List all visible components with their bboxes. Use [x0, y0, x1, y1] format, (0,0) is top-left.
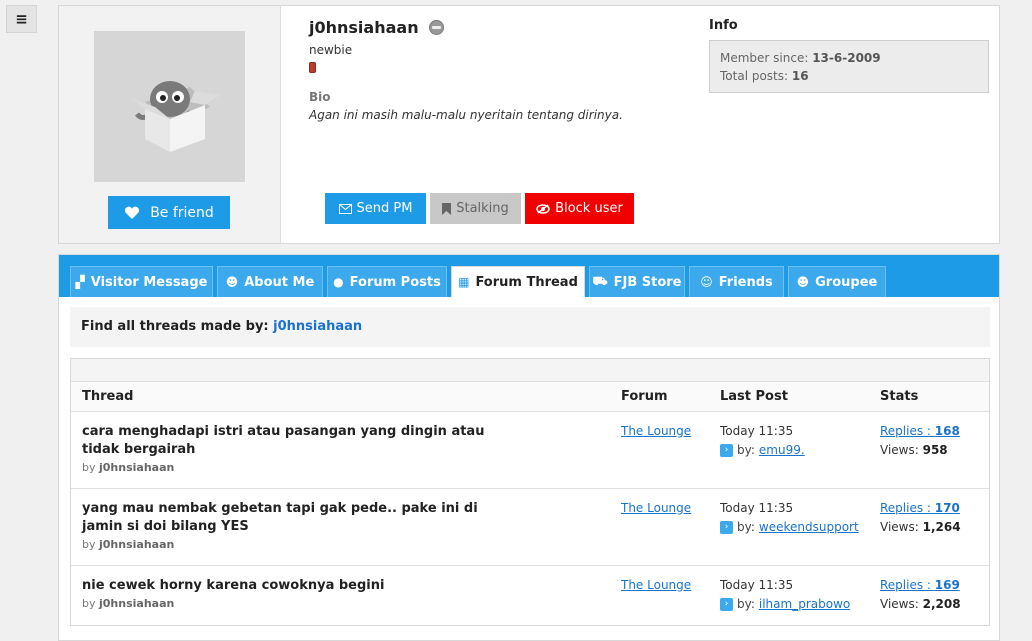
- reputation-icon: [309, 62, 316, 73]
- be-friend-button[interactable]: Be friend: [108, 196, 230, 229]
- cart-icon: ⛟: [592, 274, 608, 288]
- bookmark-icon: [442, 202, 452, 215]
- eye-slash-icon: [536, 203, 550, 214]
- tab-bar: ▞ Visitor Message ☻ About Me ● Forum Pos…: [59, 255, 999, 297]
- tab-forum-thread[interactable]: ▦ Forum Thread: [451, 266, 585, 297]
- friends-icon: ☺: [700, 275, 713, 289]
- thread-title-link[interactable]: nie cewek horny karena cowoknya begini: [82, 577, 522, 595]
- table-header: Thread Forum Last Post Stats: [71, 382, 989, 412]
- go-to-post-icon[interactable]: ›: [720, 520, 733, 534]
- member-since: Member since: 13-6-2009: [720, 51, 881, 65]
- go-to-post-icon[interactable]: ›: [720, 597, 733, 611]
- last-post-user-link[interactable]: emu99.: [759, 443, 805, 457]
- profile-card: Be friend j0hnsiahaan newbie Bio Agan in…: [58, 5, 1000, 244]
- total-posts: Total posts: 16: [720, 69, 809, 83]
- table-row: yang mau nembak gebetan tapi gak pede.. …: [71, 489, 989, 566]
- profile-tabs-panel: ▞ Visitor Message ☻ About Me ● Forum Pos…: [58, 254, 1000, 641]
- replies-link[interactable]: Replies : 170: [880, 501, 961, 515]
- header-stats: Stats: [880, 389, 919, 404]
- table-row: nie cewek horny karena cowoknya begini b…: [71, 566, 989, 625]
- forum-link[interactable]: The Lounge: [621, 578, 691, 592]
- block-user-label: Block user: [555, 201, 623, 216]
- go-to-post-icon[interactable]: ›: [720, 443, 733, 457]
- find-user-link[interactable]: j0hnsiahaan: [273, 319, 362, 334]
- forum-link[interactable]: The Lounge: [621, 501, 691, 515]
- stalking-label: Stalking: [456, 201, 509, 216]
- menu-icon: ≡: [15, 10, 28, 28]
- thread-author: by j0hnsiahaan: [82, 597, 175, 610]
- table-row: cara menghadapi istri atau pasangan yang…: [71, 412, 989, 489]
- calendar-icon: ▦: [458, 275, 470, 289]
- info-title: Info: [709, 18, 738, 33]
- username: j0hnsiahaan: [309, 18, 419, 37]
- views-count: Views: 958: [880, 443, 948, 457]
- header-forum: Forum: [621, 389, 668, 404]
- be-friend-label: Be friend: [150, 204, 214, 221]
- header-thread: Thread: [82, 389, 134, 404]
- envelope-icon: [338, 203, 352, 214]
- tab-friends[interactable]: ☺ Friends: [689, 266, 784, 297]
- bio-label: Bio: [309, 90, 331, 104]
- thread-author: by j0hnsiahaan: [82, 538, 175, 551]
- user-rank: newbie: [309, 43, 353, 57]
- find-label: Find all threads made by:: [81, 319, 274, 334]
- replies-link[interactable]: Replies : 168: [880, 424, 960, 438]
- thread-title-link[interactable]: cara menghadapi istri atau pasangan yang…: [82, 423, 522, 459]
- send-pm-label: Send PM: [356, 201, 413, 216]
- avatar-column: Be friend: [59, 6, 281, 243]
- forum-link[interactable]: The Lounge: [621, 424, 691, 438]
- tab-visitor-message[interactable]: ▞ Visitor Message: [70, 266, 213, 297]
- last-post-user-link[interactable]: ilham_prabowo: [759, 597, 850, 611]
- replies-link[interactable]: Replies : 169: [880, 578, 961, 592]
- thread-title-link[interactable]: yang mau nembak gebetan tapi gak pede.. …: [82, 500, 522, 536]
- last-post-time: Today 11:35: [720, 424, 794, 438]
- user-info: j0hnsiahaan newbie Bio Agan ini masih ma…: [309, 18, 623, 122]
- views-count: Views: 1,264: [880, 520, 961, 534]
- last-post-user-link[interactable]: weekendsupport: [759, 520, 859, 534]
- heart-icon: [125, 206, 140, 219]
- profile-actions: Send PM Stalking Block user: [325, 193, 634, 224]
- chat-icon: ●: [333, 275, 344, 289]
- last-post-time: Today 11:35: [720, 578, 794, 592]
- menu-button[interactable]: ≡: [6, 5, 37, 33]
- block-user-button[interactable]: Block user: [525, 193, 634, 224]
- tab-fjb-store[interactable]: ⛟ FJB Store: [589, 266, 685, 297]
- views-count: Views: 2,208: [880, 597, 961, 611]
- tab-forum-posts[interactable]: ● Forum Posts: [327, 266, 447, 297]
- offline-status-icon: [428, 20, 444, 35]
- avatar: [94, 31, 245, 182]
- bio-text: Agan ini masih malu-malu nyeritain tenta…: [309, 108, 623, 122]
- find-threads-box: Find all threads made by: j0hnsiahaan: [70, 307, 990, 347]
- table-top-bar: [71, 359, 989, 382]
- info-box: Member since: 13-6-2009 Total posts: 16: [709, 40, 989, 93]
- user-icon: ☻: [225, 275, 239, 289]
- thread-table: Thread Forum Last Post Stats cara mengha…: [70, 358, 990, 626]
- tab-groupee[interactable]: ☻ Groupee: [788, 266, 886, 297]
- send-pm-button[interactable]: Send PM: [325, 193, 426, 224]
- message-icon: ▞: [75, 275, 85, 289]
- last-post-time: Today 11:35: [720, 501, 794, 515]
- header-last-post: Last Post: [720, 389, 788, 404]
- tab-about-me[interactable]: ☻ About Me: [217, 266, 323, 297]
- thread-author: by j0hnsiahaan: [82, 461, 175, 474]
- stalking-button[interactable]: Stalking: [430, 193, 521, 224]
- username-row: j0hnsiahaan: [309, 18, 623, 37]
- mascot-box-icon: [128, 80, 220, 152]
- group-icon: ☻: [796, 275, 810, 289]
